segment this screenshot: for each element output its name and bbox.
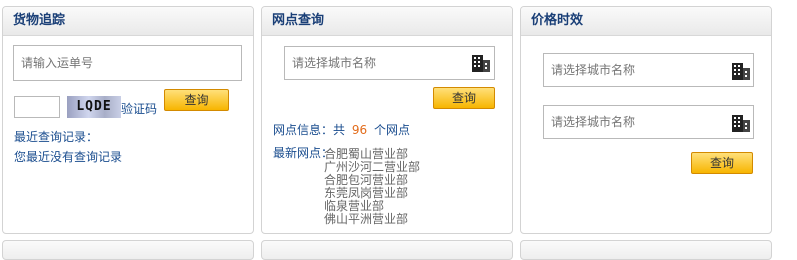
lower-panel-edge: [261, 240, 513, 260]
destination-city-input[interactable]: [543, 105, 754, 139]
tracking-panel: 货物追踪 LQDE 验证码 查询 最近查询记录： 您最近没有查询记录: [2, 6, 254, 234]
latest-branches-list: 合肥蜀山营业部 广州沙河二营业部 合肥包河营业部 东莞凤岗营业部 临泉营业部 佛…: [324, 148, 420, 226]
pricing-panel: 价格时效 查询: [520, 6, 772, 234]
branch-info-suffix: 个网点: [373, 123, 410, 137]
lower-panel-edge: [2, 240, 254, 260]
branch-count: 96: [351, 123, 368, 137]
building-icon[interactable]: [731, 113, 751, 133]
pricing-query-button[interactable]: 查询: [691, 152, 753, 174]
recent-records-label: 最近查询记录：: [14, 130, 99, 144]
branch-query-button[interactable]: 查询: [433, 87, 495, 109]
branch-city-input[interactable]: [284, 46, 495, 80]
tracking-query-button[interactable]: 查询: [164, 89, 229, 111]
pricing-panel-body: 查询: [521, 36, 771, 233]
branch-panel: 网点查询 查询 网点信息：共 96 个网点 最新网点： 合肥蜀山营业部 广州沙河…: [261, 6, 513, 234]
recent-records-empty[interactable]: 您最近没有查询记录: [14, 148, 122, 165]
pricing-panel-title: 价格时效: [521, 7, 771, 36]
branch-list-item[interactable]: 佛山平洲营业部: [324, 213, 420, 226]
lower-panel-edge: [520, 240, 772, 260]
captcha-refresh-link[interactable]: 验证码: [121, 100, 157, 117]
tracking-panel-title: 货物追踪: [3, 7, 253, 36]
captcha-image[interactable]: LQDE: [67, 96, 121, 118]
building-icon[interactable]: [471, 53, 491, 73]
captcha-input[interactable]: [14, 96, 60, 118]
origin-city-input[interactable]: [543, 53, 754, 87]
branch-info-prefix: 网点信息：共: [273, 123, 346, 137]
branch-panel-title: 网点查询: [262, 7, 512, 36]
branch-info: 网点信息：共 96 个网点: [273, 121, 410, 138]
tracking-panel-body: LQDE 验证码 查询 最近查询记录： 您最近没有查询记录: [3, 36, 253, 233]
building-icon[interactable]: [731, 61, 751, 81]
waybill-input[interactable]: [13, 45, 242, 81]
branch-panel-body: 查询 网点信息：共 96 个网点 最新网点： 合肥蜀山营业部 广州沙河二营业部 …: [262, 36, 512, 233]
